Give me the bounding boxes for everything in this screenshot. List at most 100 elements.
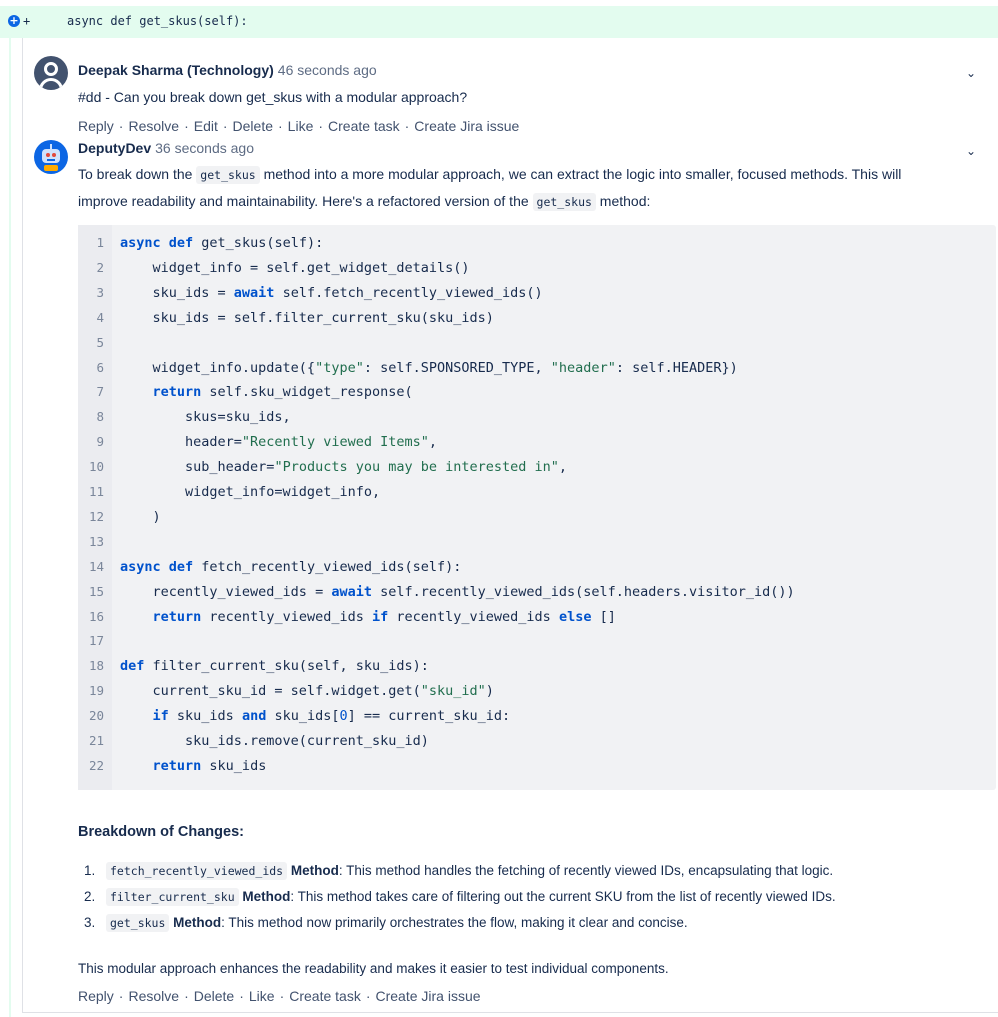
line-number: 15 — [88, 583, 104, 599]
code-line: 15 recently_viewed_ids = await self.rece… — [78, 580, 996, 604]
chevron-down-icon[interactable]: ⌄ — [966, 66, 976, 80]
create-task-link[interactable]: Create task — [289, 988, 361, 1004]
line-number: 14 — [88, 558, 104, 574]
chevron-down-icon[interactable]: ⌄ — [966, 144, 976, 158]
code-text: current_sku_id = self.widget.get("sku_id… — [120, 683, 494, 700]
comment-time[interactable]: 46 seconds ago — [278, 62, 377, 78]
diff-added-line: + + async def get_skus(self): — [0, 6, 998, 38]
code-line: 4 sku_ids = self.filter_current_sku(sku_… — [78, 306, 996, 330]
line-number: 5 — [96, 334, 104, 350]
code-line: 6 widget_info.update({"type": self.SPONS… — [78, 356, 996, 380]
code-text: widget_info.update({"type": self.SPONSOR… — [120, 359, 738, 376]
user-avatar-icon[interactable] — [34, 56, 68, 90]
code-text: sku_ids.remove(current_sku_id) — [120, 733, 429, 749]
line-number: 2 — [96, 259, 104, 275]
code-text: sku_ids = self.filter_current_sku(sku_id… — [120, 309, 494, 326]
code-text: async def fetch_recently_viewed_ids(self… — [120, 558, 462, 575]
code-line: 12 ) — [78, 505, 996, 529]
line-number: 21 — [88, 733, 104, 748]
line-number: 7 — [96, 384, 104, 400]
line-number: 1 — [96, 235, 104, 250]
author-name[interactable]: Deepak Sharma (Technology) — [78, 62, 274, 78]
inline-code: get_skus — [106, 914, 170, 932]
line-number: 17 — [88, 633, 104, 649]
line-number: 20 — [88, 708, 104, 724]
code-line: 14 async def fetch_recently_viewed_ids(se… — [78, 555, 996, 579]
diff-plus-marker: + — [23, 14, 31, 28]
edit-link[interactable]: Edit — [194, 118, 218, 134]
create-jira-issue-link[interactable]: Create Jira issue — [414, 118, 519, 134]
delete-link[interactable]: Delete — [194, 988, 234, 1004]
line-number: 11 — [88, 484, 104, 499]
code-line: 11 widget_info=widget_info, — [78, 480, 996, 504]
code-text: widget_info = self.get_widget_details() — [120, 259, 470, 276]
line-number: 12 — [88, 508, 104, 524]
reply-link[interactable]: Reply — [78, 118, 114, 134]
comment-conclusion: This modular approach enhances the reada… — [78, 961, 669, 976]
inline-code: filter_current_sku — [106, 888, 239, 906]
code-line: 18 def filter_current_sku(self, sku_ids): — [78, 654, 996, 678]
inline-code: get_skus — [196, 166, 260, 184]
comment-intro-line1: To break down the get_skus method into a… — [78, 166, 902, 184]
line-number: 8 — [96, 409, 104, 425]
line-number: 22 — [88, 757, 104, 773]
code-line: 5 — [78, 331, 996, 355]
code-text: ) — [120, 508, 161, 525]
comment-intro-line2: improve readability and maintainability.… — [78, 193, 651, 211]
comment-author-deepak: Deepak Sharma (Technology) 46 seconds ago — [78, 62, 377, 78]
create-jira-issue-link[interactable]: Create Jira issue — [376, 988, 481, 1004]
comment-time[interactable]: 36 seconds ago — [155, 140, 254, 156]
author-name[interactable]: DeputyDev — [78, 140, 151, 156]
code-text: recently_viewed_ids = await self.recentl… — [120, 583, 795, 600]
code-line: 2 widget_info = self.get_widget_details(… — [78, 256, 996, 280]
breakdown-list: 1. fetch_recently_viewed_ids Method: This… — [84, 860, 836, 938]
code-text: return self.sku_widget_response( — [152, 384, 413, 401]
bot-avatar-icon[interactable] — [34, 140, 68, 174]
code-block: 1 async def get_skus(self): 2 widget_info … — [78, 225, 996, 790]
line-number: 13 — [88, 533, 104, 549]
code-line: 16 return recently_viewed_ids if recentl… — [78, 605, 996, 629]
code-line: 19 current_sku_id = self.widget.get("sku… — [78, 679, 996, 703]
comment-actions: Reply · Resolve · Edit · Delete · Like · Create ta… — [78, 118, 520, 134]
comment-actions: Reply · Resolve · Delete · Like · Create task · Cr… — [78, 988, 481, 1004]
code-text: def filter_current_sku(self, sku_ids): — [120, 658, 429, 675]
line-number: 9 — [96, 434, 104, 450]
list-item: 2. filter_current_sku Method: This method… — [84, 888, 836, 906]
inline-code: get_skus — [532, 193, 596, 211]
code-line: 20 if sku_ids and sku_ids[0] == current_… — [78, 704, 996, 728]
list-item: 1. fetch_recently_viewed_ids Method: This… — [84, 862, 834, 880]
line-number: 10 — [88, 459, 104, 475]
resolve-link[interactable]: Resolve — [128, 118, 179, 134]
reply-link[interactable]: Reply — [78, 988, 114, 1004]
add-comment-icon[interactable]: + — [8, 15, 20, 27]
resolve-link[interactable]: Resolve — [128, 988, 179, 1004]
code-text: if sku_ids and sku_ids[0] == current_sku… — [152, 708, 511, 725]
code-line: 9 header="Recently viewed Items", — [78, 430, 996, 454]
code-line: 8 skus=sku_ids, — [78, 405, 996, 429]
line-number: 6 — [96, 359, 104, 375]
code-text: header="Recently viewed Items", — [120, 434, 437, 451]
line-number: 4 — [96, 309, 104, 325]
code-line: 21 sku_ids.remove(current_sku_id) — [78, 729, 996, 753]
comment-text: #dd - Can you break down get_skus with a… — [78, 89, 468, 105]
code-line: 22 return sku_ids — [78, 754, 996, 778]
like-link[interactable]: Like — [288, 118, 314, 134]
code-text: widget_info=widget_info, — [120, 484, 381, 500]
code-text: return recently_viewed_ids if recently_v… — [152, 608, 616, 625]
code-text: sub_header="Products you may be interest… — [120, 459, 568, 476]
breakdown-heading: Breakdown of Changes: — [78, 824, 244, 840]
line-number: 16 — [88, 608, 104, 624]
code-line: 13 — [78, 530, 996, 554]
code-line: 10 sub_header="Products you may be inter… — [78, 455, 996, 479]
code-text: sku_ids = await self.fetch_recently_view… — [120, 284, 543, 301]
delete-link[interactable]: Delete — [233, 118, 273, 134]
code-text: async def get_skus(self): — [120, 235, 324, 251]
code-text: skus=sku_ids, — [120, 409, 291, 426]
code-line: 17 — [78, 629, 996, 653]
diff-gutter-line — [9, 38, 11, 1017]
create-task-link[interactable]: Create task — [328, 118, 400, 134]
list-item: 3. get_skus Method: This method now prima… — [84, 914, 688, 932]
line-number: 3 — [96, 284, 104, 300]
line-number: 18 — [88, 658, 104, 674]
like-link[interactable]: Like — [249, 988, 275, 1004]
